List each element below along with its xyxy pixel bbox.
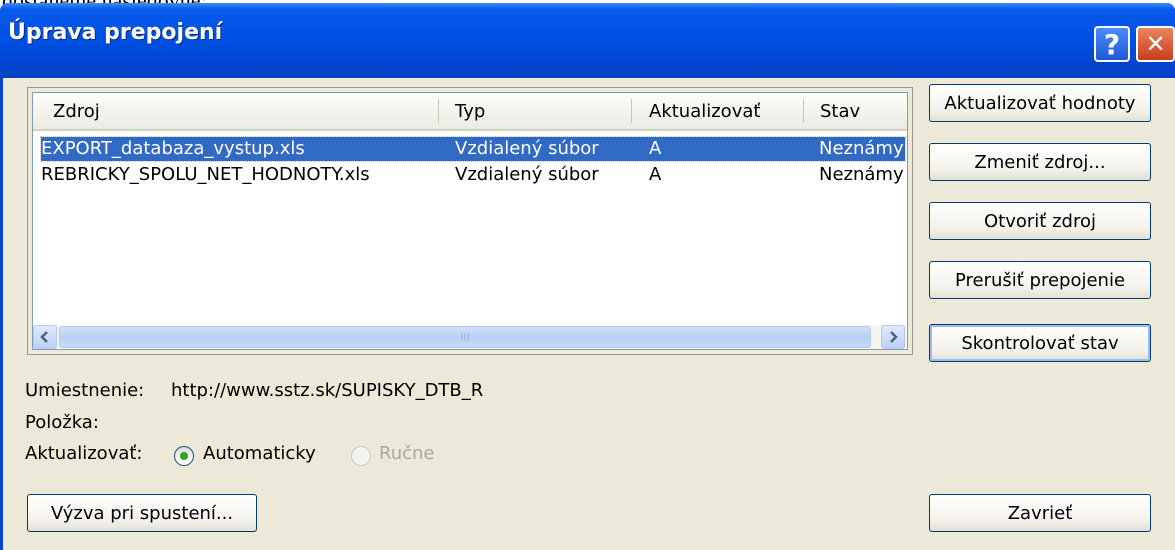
title-bar[interactable]: Úprava prepojení ? ✕ (0, 3, 1175, 78)
column-header-type[interactable]: Typ (455, 93, 485, 129)
cell-source: EXPORT_databaza_vystup.xls (41, 138, 305, 159)
column-divider[interactable] (803, 99, 804, 123)
list-header: Zdroj Typ Aktualizovať Stav (33, 93, 907, 131)
manual-radio[interactable] (351, 446, 371, 466)
arrow-right-icon (890, 331, 898, 343)
manual-radio-label[interactable]: Ručne (379, 443, 435, 464)
update-mode-label: Aktualizovať: (25, 443, 143, 464)
scroll-left-button[interactable] (33, 325, 57, 349)
radio-selected-dot (180, 452, 188, 460)
column-header-status[interactable]: Stav (820, 93, 860, 129)
table-row[interactable]: REBRICKY_SPOLU_NET_HODNOTY.xls Vzdialený… (41, 163, 905, 187)
close-icon: ✕ (1145, 30, 1166, 58)
scroll-thumb[interactable]: III (59, 326, 871, 348)
cell-type: Vzdialený súbor (455, 138, 599, 159)
cell-source: REBRICKY_SPOLU_NET_HODNOTY.xls (41, 164, 370, 185)
close-window-button[interactable]: ✕ (1136, 26, 1175, 62)
edit-links-dialog: Úprava prepojení ? ✕ Zdroj Typ Aktualizo… (0, 3, 1175, 550)
close-button[interactable]: Zavrieť (929, 494, 1151, 532)
automatic-radio-label[interactable]: Automaticky (203, 443, 316, 464)
cell-type: Vzdialený súbor (455, 164, 599, 185)
arrow-left-icon (40, 331, 48, 343)
dialog-title: Úprava prepojení (8, 20, 223, 45)
scroll-right-button[interactable] (881, 325, 905, 349)
help-icon: ? (1103, 27, 1121, 61)
horizontal-scrollbar[interactable]: III (33, 325, 907, 349)
column-header-update[interactable]: Aktualizovať (649, 93, 760, 129)
cell-update: A (649, 164, 662, 185)
scroll-grip-icon: III (460, 330, 470, 344)
startup-prompt-button[interactable]: Výzva pri spustení... (27, 494, 257, 532)
location-label: Umiestnenie: (25, 380, 145, 401)
links-list-frame: Zdroj Typ Aktualizovať Stav EXPORT_datab… (27, 87, 913, 355)
cell-update: A (649, 138, 662, 159)
column-divider[interactable] (438, 99, 439, 123)
table-row[interactable]: EXPORT_databaza_vystup.xls Vzdialený súb… (40, 136, 906, 162)
change-source-button[interactable]: Zmeniť zdroj... (929, 143, 1151, 181)
help-button[interactable]: ? (1094, 26, 1130, 62)
location-value: http://www.sstz.sk/SUPISKY_DTB_R (171, 380, 484, 401)
dialog-body: Zdroj Typ Aktualizovať Stav EXPORT_datab… (3, 78, 1175, 550)
column-header-source[interactable]: Zdroj (53, 93, 100, 129)
cell-status: Neznámy (819, 138, 904, 159)
automatic-radio[interactable] (174, 446, 194, 466)
open-source-button[interactable]: Otvoriť zdroj (929, 202, 1151, 240)
column-divider[interactable] (631, 99, 632, 123)
cell-status: Neznámy (819, 164, 904, 185)
check-status-button[interactable]: Skontrolovať stav (929, 324, 1151, 362)
break-link-button[interactable]: Prerušiť prepojenie (929, 261, 1151, 299)
links-list[interactable]: Zdroj Typ Aktualizovať Stav EXPORT_datab… (32, 92, 908, 350)
update-values-button[interactable]: Aktualizovať hodnoty (929, 84, 1151, 122)
item-label: Položka: (25, 412, 99, 433)
